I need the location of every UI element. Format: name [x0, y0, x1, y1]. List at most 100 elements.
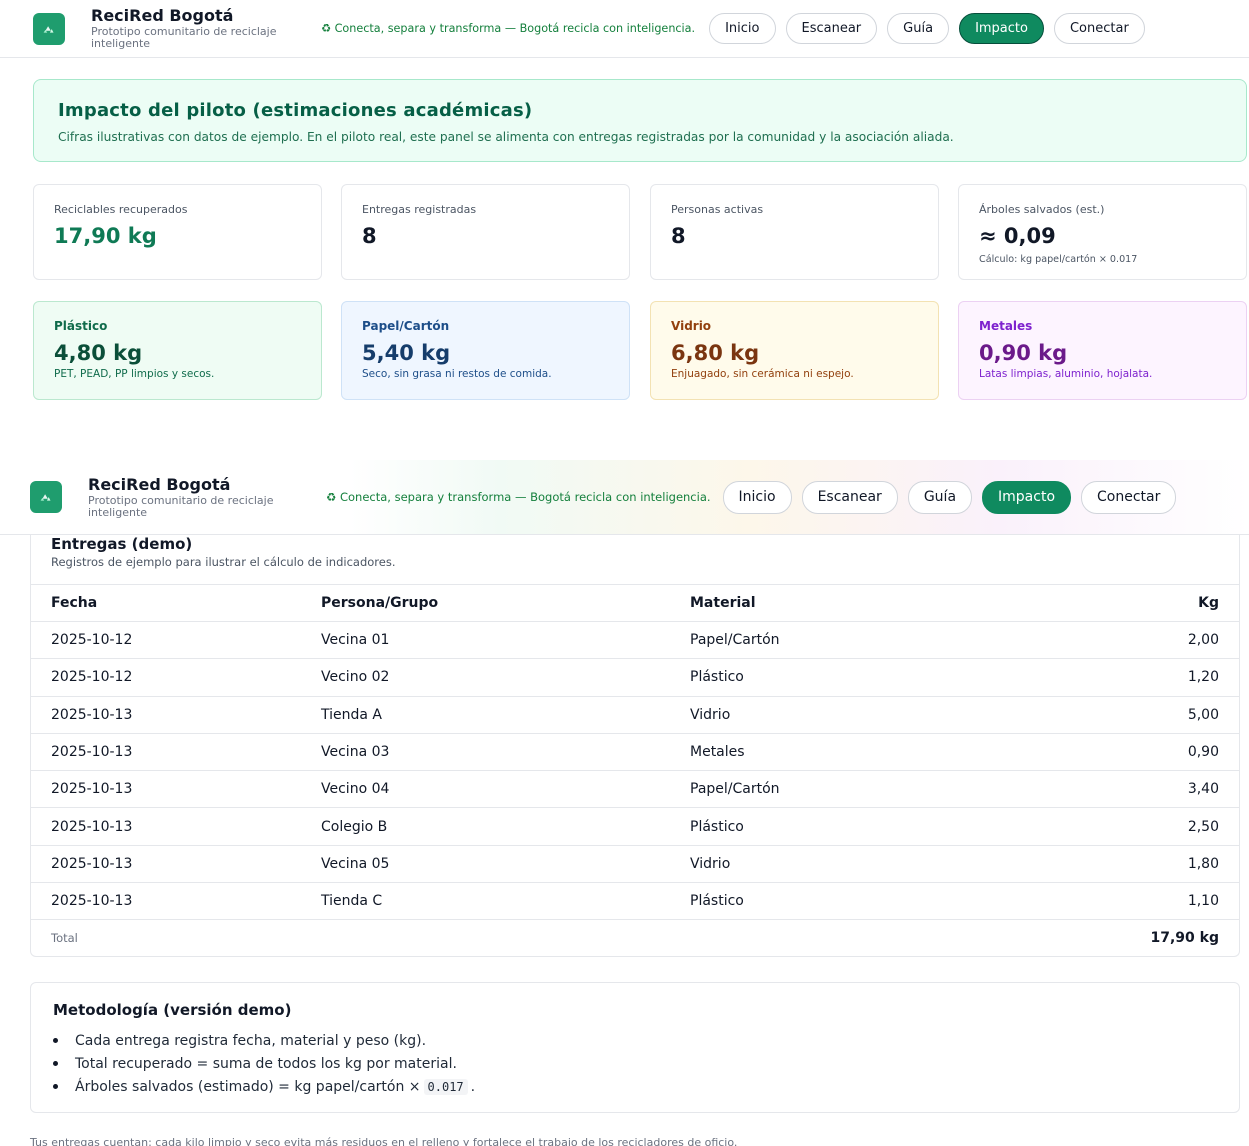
material-name: Plástico: [54, 319, 108, 333]
table-row: 2025-10-13 Tienda A Vidrio 5,00: [31, 695, 1239, 733]
cell-fecha: 2025-10-12: [51, 632, 133, 649]
factor-code: 0.017: [423, 1078, 468, 1095]
cell-material: Plástico: [690, 669, 744, 686]
total-label: Total: [51, 930, 78, 945]
material-card-papel: Papel/Cartón 5,40 kg Seco, sin grasa ni …: [341, 301, 630, 400]
material-desc: PET, PEAD, PP limpios y secos.: [54, 368, 215, 380]
nav-guia-button[interactable]: Guía: [887, 13, 950, 44]
tagline: ♻ Conecta, separa y transforma — Bogotá …: [326, 490, 711, 504]
cell-persona: Vecino 02: [321, 669, 390, 686]
stat-card-people: Personas activas 8: [650, 184, 939, 280]
nav-inicio-button[interactable]: Inicio: [722, 480, 792, 514]
material-desc: Seco, sin grasa ni restos de comida.: [362, 368, 552, 380]
table-row: 2025-10-13 Colegio B Plástico 2,50: [31, 807, 1239, 844]
material-name: Metales: [979, 319, 1033, 333]
cell-kg: 0,90: [1187, 744, 1219, 761]
cell-kg: 1,10: [1187, 893, 1219, 910]
table-total-row: Total 17,90 kg: [31, 919, 1239, 955]
cell-kg: 2,50: [1187, 818, 1219, 835]
cell-material: Papel/Cartón: [690, 781, 780, 798]
nav-conectar-button[interactable]: Conectar: [1053, 13, 1145, 44]
cell-fecha: 2025-10-13: [51, 744, 133, 761]
brand-subtitle: Prototipo comunitario de reciclaje intel…: [91, 25, 277, 50]
brand-title: ReciRed Bogotá: [88, 474, 231, 494]
banner-title: Impacto del piloto (estimaciones académi…: [58, 100, 533, 121]
table-row: 2025-10-13 Vecino 04 Papel/Cartón 3,40: [31, 770, 1239, 807]
cell-persona: Vecina 05: [321, 855, 390, 872]
material-desc: Latas limpias, aluminio, hojalata.: [979, 368, 1153, 380]
cell-kg: 3,40: [1187, 781, 1219, 798]
methodology-card: Metodología (versión demo) Cada entrega …: [30, 982, 1240, 1113]
brand: ReciRed Bogotá Prototipo comunitario de …: [88, 474, 308, 519]
stat-value: 17,90 kg: [54, 224, 157, 248]
stat-label: Personas activas: [671, 203, 764, 216]
cell-kg: 2,00: [1187, 632, 1219, 649]
material-name: Papel/Cartón: [362, 319, 450, 333]
cell-material: Vidrio: [690, 855, 731, 872]
table-row: 2025-10-13 Tienda C Plástico 1,10: [31, 882, 1239, 919]
nav-escanear-button[interactable]: Escanear: [801, 480, 898, 514]
stat-value: ≈ 0,09: [979, 224, 1056, 248]
entries-table: Fecha Persona/Grupo Material Kg 2025-10-…: [31, 584, 1239, 955]
sticky-header: ReciRed Bogotá Prototipo comunitario de …: [0, 460, 1249, 535]
methodology-list: Cada entrega registra fecha, material y …: [53, 1029, 1217, 1098]
footer-note: Tus entregas cuentan: cada kilo limpio y…: [30, 1136, 738, 1146]
material-value: 4,80 kg: [54, 341, 143, 365]
cell-persona: Colegio B: [321, 818, 388, 835]
stat-label: Árboles salvados (est.): [979, 203, 1105, 216]
stat-card-deliveries: Entregas registradas 8: [341, 184, 630, 280]
list-item: Total recuperado = suma de todos los kg …: [53, 1052, 1217, 1075]
cell-persona: Vecino 04: [321, 781, 390, 798]
total-value: 17,90 kg: [1150, 929, 1220, 946]
brand-subtitle: Prototipo comunitario de reciclaje intel…: [88, 493, 274, 519]
material-name: Vidrio: [671, 319, 712, 333]
material-value: 5,40 kg: [362, 341, 451, 365]
cell-persona: Vecina 01: [321, 632, 390, 649]
cell-material: Plástico: [690, 893, 744, 910]
impact-banner: Impacto del piloto (estimaciones académi…: [33, 79, 1247, 162]
stat-card-recovered: Reciclables recuperados 17,90 kg: [33, 184, 322, 280]
cell-material: Metales: [690, 744, 745, 761]
methodology-item-text: Total recuperado = suma de todos los kg …: [75, 1055, 457, 1072]
material-card-vidrio: Vidrio 6,80 kg Enjuagado, sin cerámica n…: [650, 301, 939, 400]
material-desc: Enjuagado, sin cerámica ni espejo.: [671, 368, 854, 380]
nav-impacto-button[interactable]: Impacto: [982, 480, 1072, 514]
entries-subtitle: Registros de ejemplo para ilustrar el cá…: [51, 555, 396, 569]
brand-title: ReciRed Bogotá: [91, 6, 234, 25]
tagline: ♻ Conecta, separa y transforma — Bogotá …: [321, 22, 696, 35]
nav-conectar-button[interactable]: Conectar: [1081, 480, 1177, 514]
table-header-row: Fecha Persona/Grupo Material Kg: [31, 584, 1239, 621]
cell-material: Plástico: [690, 818, 744, 835]
nav-impacto-button[interactable]: Impacto: [959, 13, 1044, 44]
cell-persona: Tienda C: [321, 893, 383, 910]
cell-fecha: 2025-10-12: [51, 669, 133, 686]
column-header-kg: Kg: [1198, 595, 1219, 611]
methodology-item-suffix: .: [470, 1078, 476, 1095]
stat-label: Reciclables recuperados: [54, 203, 188, 216]
main-nav: Inicio Escanear Guía Impacto Conectar: [709, 13, 1145, 44]
cell-persona: Vecina 03: [321, 744, 390, 761]
cell-fecha: 2025-10-13: [51, 706, 133, 723]
nav-guia-button[interactable]: Guía: [907, 480, 973, 514]
cell-fecha: 2025-10-13: [51, 781, 133, 798]
column-header-fecha: Fecha: [51, 595, 98, 611]
methodology-title: Metodología (versión demo): [53, 1001, 292, 1019]
table-row: 2025-10-12 Vecina 01 Papel/Cartón 2,00: [31, 621, 1239, 658]
stat-label: Entregas registradas: [362, 203, 477, 216]
nav-escanear-button[interactable]: Escanear: [785, 13, 878, 44]
cell-material: Vidrio: [690, 706, 731, 723]
cell-persona: Tienda A: [321, 706, 382, 723]
main-nav: Inicio Escanear Guía Impacto Conectar: [722, 480, 1177, 514]
cell-fecha: 2025-10-13: [51, 893, 133, 910]
entries-title: Entregas (demo): [51, 535, 193, 553]
material-value: 0,90 kg: [979, 341, 1068, 365]
table-row: 2025-10-12 Vecino 02 Plástico 1,20: [31, 658, 1239, 695]
material-card-metales: Metales 0,90 kg Latas limpias, aluminio,…: [958, 301, 1247, 400]
cell-material: Papel/Cartón: [690, 632, 780, 649]
nav-inicio-button[interactable]: Inicio: [709, 13, 776, 44]
list-item: Árboles salvados (estimado) = kg papel/c…: [53, 1075, 1217, 1098]
column-header-persona: Persona/Grupo: [321, 595, 439, 611]
stat-card-trees: Árboles salvados (est.) ≈ 0,09 Cálculo: …: [958, 184, 1247, 280]
stat-note: Cálculo: kg papel/cartón × 0.017: [979, 254, 1138, 265]
material-card-plastico: Plástico 4,80 kg PET, PEAD, PP limpios y…: [33, 301, 322, 400]
